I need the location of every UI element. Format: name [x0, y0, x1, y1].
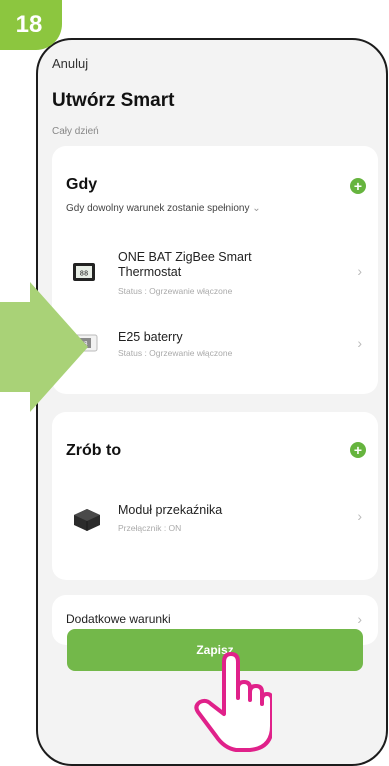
chevron-right-icon: › — [357, 508, 362, 524]
action-row[interactable]: Moduł przekaźnika Przełącznik : ON › — [52, 497, 378, 547]
when-description[interactable]: Gdy dowolny warunek zostanie spełniony ⌄ — [66, 203, 261, 214]
action-status: Przełącznik : ON — [118, 523, 182, 533]
extra-conditions-label: Dodatkowe warunki — [66, 612, 171, 626]
step-badge: 18 — [0, 0, 62, 50]
condition-row[interactable]: 88 ONE BAT ZigBee Smart Thermostat Statu… — [52, 246, 378, 304]
schedule-subtitle[interactable]: Cały dzień — [52, 126, 99, 137]
step-number: 18 — [15, 11, 43, 38]
then-title: Zrób to — [66, 442, 122, 459]
chevron-right-icon: › — [357, 335, 362, 351]
condition-status: Status : Ogrzewanie włączone — [118, 286, 233, 296]
condition-status: Status : Ogrzewanie włączone — [118, 348, 233, 358]
add-condition-button[interactable]: + — [350, 178, 366, 194]
when-card: Gdy + Gdy dowolny warunek zostanie spełn… — [52, 146, 378, 394]
add-action-button[interactable]: + — [350, 442, 366, 458]
condition-name: ONE BAT ZigBee Smart Thermostat — [118, 250, 252, 279]
when-title: Gdy — [66, 176, 98, 193]
cancel-button[interactable]: Anuluj — [52, 56, 88, 71]
arrow-right-icon — [0, 282, 88, 412]
hand-pointer-icon — [194, 652, 272, 752]
page-title: Utwórz Smart — [52, 90, 175, 111]
chevron-right-icon: › — [357, 263, 362, 279]
relay-module-icon — [72, 507, 102, 538]
condition-name: E25 baterry — [118, 330, 183, 344]
chevron-right-icon: › — [357, 611, 362, 627]
condition-row[interactable]: 88 E25 baterry Status : Ogrzewanie włącz… — [52, 324, 378, 374]
svg-text:88: 88 — [80, 270, 88, 278]
chevron-down-icon: ⌄ — [252, 203, 261, 214]
action-name: Moduł przekaźnika — [118, 503, 223, 517]
then-card: Zrób to + Moduł przekaźnika Przełącznik … — [52, 412, 378, 580]
